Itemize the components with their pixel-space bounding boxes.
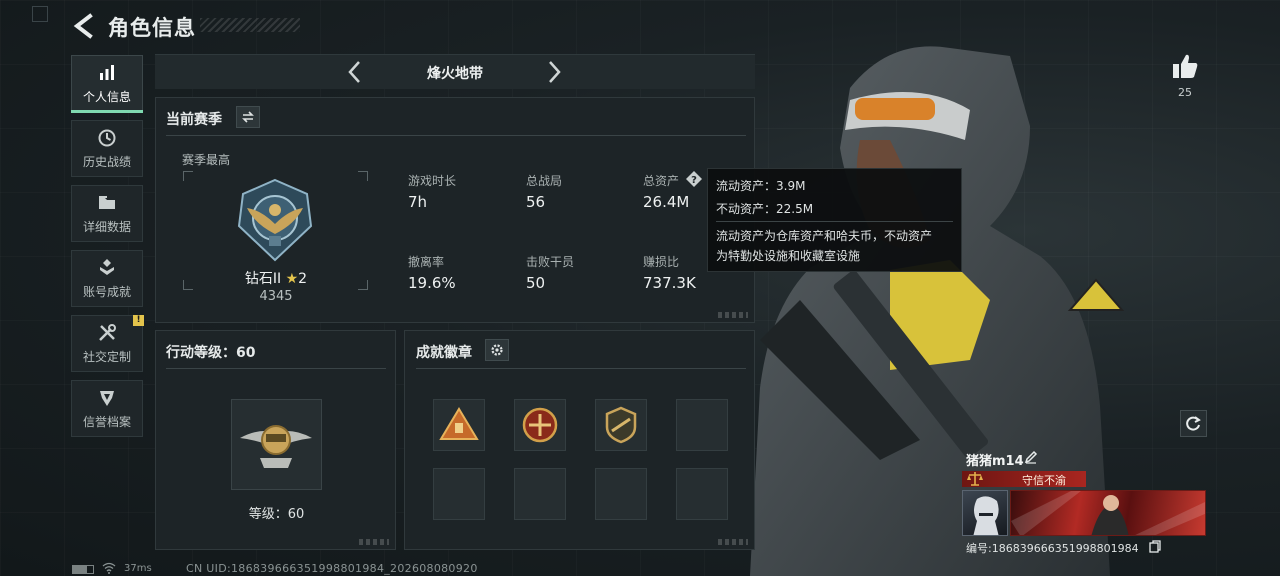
- sidebar-item-label: 个人信息: [82, 89, 131, 104]
- refresh-icon: [1186, 416, 1201, 431]
- gear-icon: [491, 344, 503, 356]
- achievement-badges-panel: 成就徽章: [404, 330, 755, 550]
- folder-icon: [99, 195, 115, 209]
- badge-slot-empty[interactable]: [676, 468, 728, 520]
- player-serial: 编号:186839666351998801984: [966, 542, 1139, 555]
- rotate-view-button[interactable]: [1180, 410, 1207, 437]
- player-name: 猪猪m14: [966, 454, 1024, 469]
- season-best-label: 赛季最高: [182, 153, 231, 167]
- divider: [416, 368, 746, 369]
- divider: [166, 135, 746, 136]
- badge-slot[interactable]: [595, 399, 647, 451]
- sidebar-item-detailed-data[interactable]: 详细数据: [71, 185, 143, 242]
- edit-pencil-icon[interactable]: [1024, 450, 1038, 464]
- diamond-rank-emblem: [237, 178, 313, 262]
- notification-badge: !: [133, 315, 144, 326]
- badge-slot-empty[interactable]: [595, 468, 647, 520]
- tools-icon: [99, 323, 116, 341]
- stat-label-extraction-rate: 撤离率: [408, 255, 445, 269]
- sidebar-item-history[interactable]: 历史战绩: [71, 120, 143, 177]
- assets-tooltip: 流动资产：3.9M 不动资产：22.5M 流动资产为仓库资产和哈夫币，不动资产 …: [707, 168, 962, 272]
- stat-value-profit-loss: 737.3K: [643, 274, 696, 292]
- divider: [716, 221, 953, 222]
- scale-icon: [967, 472, 983, 486]
- season-panel: 当前赛季 赛季最高 钻石II ★2 4345 游戏时长 7h 总战局 56 总资…: [155, 97, 755, 323]
- rank-stars: 2: [298, 271, 308, 287]
- sidebar-item-achievements[interactable]: 账号成就: [71, 250, 143, 307]
- tooltip-note-line-2: 为特勤处设施和收藏室设施: [716, 249, 861, 263]
- triangle-badge-icon: [439, 407, 479, 440]
- sidebar-item-label: 信誉档案: [82, 414, 131, 429]
- badges-title: 成就徽章: [416, 345, 472, 361]
- rifle-shield-badge-icon: [605, 406, 637, 444]
- corner-decoration: [718, 539, 748, 545]
- stat-label-play-time: 游戏时长: [408, 174, 457, 188]
- stat-label-total-assets: 总资产: [643, 174, 680, 188]
- sidebar-item-label: 社交定制: [82, 349, 131, 364]
- avatar[interactable]: [962, 490, 1008, 536]
- badge-slot-empty[interactable]: [676, 399, 728, 451]
- achievement-icon: [100, 258, 114, 275]
- page-title: 角色信息: [108, 16, 196, 40]
- star-icon: ★: [285, 271, 299, 287]
- switch-season-button[interactable]: [236, 106, 260, 128]
- season-title: 当前赛季: [166, 112, 222, 128]
- battery-icon: [72, 565, 94, 574]
- badge-slot[interactable]: [514, 399, 566, 451]
- sidebar-item-reputation[interactable]: 信誉档案: [71, 380, 143, 437]
- thumbs-up-icon[interactable]: [1170, 52, 1200, 80]
- bar-chart-icon: [100, 64, 114, 80]
- copy-icon[interactable]: [1149, 540, 1161, 553]
- swap-arrows-icon: [242, 111, 254, 123]
- svg-text:?: ?: [691, 175, 697, 186]
- badge-slot[interactable]: [433, 399, 485, 451]
- back-arrow-icon[interactable]: [70, 12, 98, 40]
- mode-selector: 烽火地带: [155, 54, 755, 89]
- badge-slot-empty[interactable]: [433, 468, 485, 520]
- stat-value-extraction-rate: 19.6%: [408, 274, 456, 292]
- history-clock-icon: [98, 129, 116, 146]
- corner-decoration: [32, 6, 48, 22]
- reputation-icon: [100, 390, 114, 406]
- tooltip-fixed-assets: 不动资产：22.5M: [716, 202, 814, 216]
- title-stripe-decoration: [200, 18, 300, 32]
- cross-shield-badge-icon: [522, 407, 558, 443]
- stat-label-total-matches: 总战局: [526, 174, 563, 188]
- sidebar-item-personal-info[interactable]: 个人信息: [71, 55, 143, 113]
- level-emblem-icon: [240, 425, 312, 468]
- tooltip-note-line-1: 流动资产为仓库资产和哈夫币，不动资产: [716, 229, 933, 243]
- sidebar-item-social-custom[interactable]: 社交定制 !: [71, 315, 144, 372]
- stat-value-total-assets: 26.4M: [643, 193, 690, 211]
- level-emblem-frame: [231, 399, 322, 490]
- corner-decoration: [359, 539, 389, 545]
- like-count: 25: [1178, 86, 1192, 99]
- rank-title: 钻石II ★2: [216, 268, 336, 288]
- sidebar-item-label: 账号成就: [82, 284, 131, 299]
- uid-text: CN UID:186839666351998801984_20260808092…: [186, 562, 478, 575]
- action-level-panel: 行动等级：60 等级：60: [155, 330, 396, 550]
- stat-value-operators-defeated: 50: [526, 274, 546, 292]
- action-level-title: 行动等级：60: [166, 345, 256, 361]
- ping-value: 37ms: [124, 563, 152, 574]
- mode-label: 烽火地带: [427, 66, 483, 82]
- rank-name: 钻石II: [244, 271, 282, 287]
- divider: [166, 368, 386, 369]
- stat-label-operators-defeated: 击败干员: [526, 255, 575, 269]
- badge-settings-button[interactable]: [485, 339, 509, 361]
- chevron-right-icon[interactable]: [541, 59, 567, 85]
- rank-points: 4345: [259, 289, 293, 304]
- level-text: 等级：60: [248, 507, 305, 522]
- stat-value-total-matches: 56: [526, 193, 546, 211]
- corner-decoration: [718, 312, 748, 318]
- wifi-icon: [102, 562, 116, 574]
- sidebar-item-label: 详细数据: [82, 219, 131, 234]
- stat-label-profit-loss: 赚损比: [643, 255, 680, 269]
- sidebar-item-label: 历史战绩: [82, 154, 131, 169]
- stat-value-play-time: 7h: [408, 193, 428, 211]
- tooltip-liquid-assets: 流动资产：3.9M: [716, 179, 806, 193]
- help-icon[interactable]: ?: [685, 170, 703, 188]
- player-banner-image[interactable]: [1010, 490, 1206, 536]
- honor-title: 守信不渝: [1022, 474, 1066, 487]
- badge-slot-empty[interactable]: [514, 468, 566, 520]
